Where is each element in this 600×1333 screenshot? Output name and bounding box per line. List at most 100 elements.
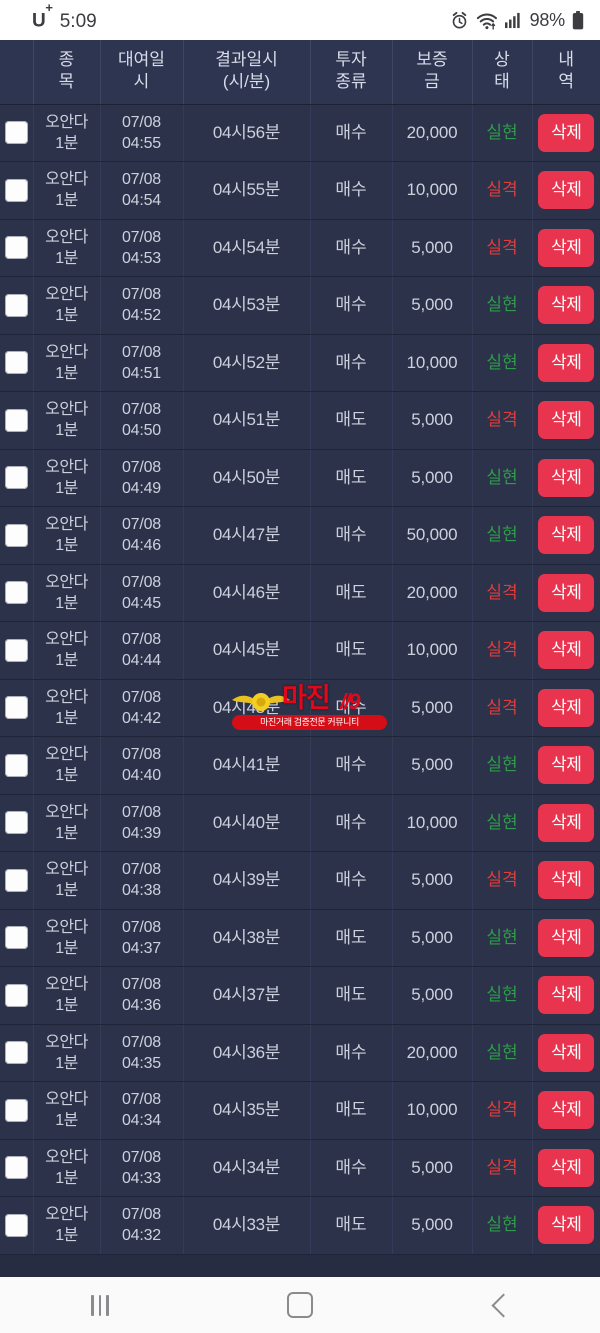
delete-button[interactable]: 삭제 — [538, 171, 595, 210]
lend-clock: 04:52 — [121, 307, 162, 325]
row-checkbox[interactable] — [4, 696, 28, 720]
table-row[interactable]: 오안다 1분 07/08 04:44 04시45분 매도 10,000 실격 삭제 — [0, 621, 600, 680]
result-time: 04시36분 — [212, 1042, 281, 1062]
row-checkbox[interactable] — [4, 983, 28, 1007]
delete-button[interactable]: 삭제 — [538, 1091, 595, 1130]
result-time: 04시56분 — [212, 122, 281, 142]
table-row[interactable]: 오안다 1분 07/08 04:40 04시41분 매수 5,000 실현 삭제 — [0, 736, 600, 795]
invest-type: 매수 — [335, 755, 367, 775]
deposit-amount: 50,000 — [406, 525, 458, 545]
row-checkbox[interactable] — [4, 1156, 28, 1180]
delete-button[interactable]: 삭제 — [538, 688, 595, 727]
row-checkbox[interactable] — [4, 293, 28, 317]
table-row[interactable]: 오안다 1분 07/08 04:42 04시43분 매수 5,000 실격 삭제 — [0, 679, 600, 737]
table-row[interactable]: 오안다 1분 07/08 04:39 04시40분 매수 10,000 실현 삭제 — [0, 794, 600, 852]
delete-button[interactable]: 삭제 — [538, 861, 595, 900]
home-button[interactable] — [240, 1277, 360, 1333]
symbol-line1: 오안다 — [45, 228, 88, 246]
deposit-amount: 5,000 — [411, 870, 453, 890]
column-header-symbol-line2: 목 — [58, 71, 75, 91]
battery-percent-label: 98% — [529, 9, 566, 30]
delete-button[interactable]: 삭제 — [538, 1206, 595, 1245]
delete-button[interactable]: 삭제 — [538, 113, 595, 152]
symbol-line1: 오안다 — [45, 918, 88, 936]
deposit-amount: 20,000 — [406, 582, 458, 602]
table-row[interactable]: 오안다 1분 07/08 04:51 04시52분 매수 10,000 실현 삭제 — [0, 334, 600, 392]
table-row[interactable]: 오안다 1분 07/08 04:37 04시38분 매도 5,000 실현 삭제 — [0, 909, 600, 967]
cell-lend-time: 07/08 04:32 — [100, 1196, 184, 1255]
cell-result-time: 04시38분 — [183, 909, 311, 967]
cell-action: 삭제 — [532, 334, 600, 392]
symbol-line1: 오안다 — [45, 1206, 88, 1224]
column-header-deposit-line2: 금 — [424, 71, 440, 91]
table-row[interactable]: 오안다 1분 07/08 04:45 04시46분 매도 20,000 실격 삭제 — [0, 564, 600, 622]
row-checkbox[interactable] — [4, 408, 28, 432]
table-row[interactable]: 오안다 1분 07/08 04:32 04시33분 매도 5,000 실현 삭제 — [0, 1196, 600, 1255]
deposit-amount: 5,000 — [411, 755, 453, 775]
cell-result-time: 04시55분 — [183, 161, 311, 220]
back-button[interactable] — [440, 1277, 560, 1333]
table-row[interactable]: 오안다 1분 07/08 04:54 04시55분 매수 10,000 실격 삭제 — [0, 161, 600, 220]
table-row[interactable]: 오안다 1분 07/08 04:38 04시39분 매수 5,000 실격 삭제 — [0, 851, 600, 910]
row-checkbox[interactable] — [4, 1213, 28, 1237]
lend-clock: 04:46 — [121, 537, 162, 555]
cell-invest-type: 매수 — [310, 794, 393, 852]
battery-icon — [572, 10, 584, 30]
cell-state: 실현 — [472, 966, 533, 1025]
row-checkbox[interactable] — [4, 466, 28, 490]
row-checkbox[interactable] — [4, 811, 28, 835]
table-row[interactable]: 오안다 1분 07/08 04:46 04시47분 매수 50,000 실현 삭제 — [0, 506, 600, 565]
status-badge: 실격 — [486, 237, 518, 257]
delete-button[interactable]: 삭제 — [538, 573, 595, 612]
table-row[interactable]: 오안다 1분 07/08 04:49 04시50분 매도 5,000 실현 삭제 — [0, 449, 600, 507]
delete-button[interactable]: 삭제 — [538, 803, 595, 842]
table-row[interactable]: 오안다 1분 07/08 04:55 04시56분 매수 20,000 실현 삭제 — [0, 104, 600, 162]
status-badge: 실현 — [486, 352, 518, 372]
row-checkbox[interactable] — [4, 1041, 28, 1065]
symbol-line1: 오안다 — [45, 171, 88, 189]
row-checkbox[interactable] — [4, 926, 28, 950]
row-checkbox[interactable] — [4, 868, 28, 892]
delete-button[interactable]: 삭제 — [538, 343, 595, 382]
delete-button[interactable]: 삭제 — [538, 286, 595, 325]
table-row[interactable]: 오안다 1분 07/08 04:52 04시53분 매수 5,000 실현 삭제 — [0, 276, 600, 335]
delete-button[interactable]: 삭제 — [538, 918, 595, 957]
delete-button[interactable]: 삭제 — [538, 631, 595, 670]
cell-symbol: 오안다 1분 — [33, 1081, 101, 1140]
lend-clock: 04:55 — [121, 134, 162, 152]
row-checkbox[interactable] — [4, 1098, 28, 1122]
table-row[interactable]: 오안다 1분 07/08 04:34 04시35분 매도 10,000 실격 삭제 — [0, 1081, 600, 1140]
lend-date: 07/08 — [121, 1148, 162, 1166]
table-row[interactable]: 오안다 1분 07/08 04:50 04시51분 매도 5,000 실격 삭제 — [0, 391, 600, 450]
delete-button[interactable]: 삭제 — [538, 458, 595, 497]
cell-invest-type: 매도 — [310, 621, 393, 680]
row-select-cell — [0, 161, 34, 220]
row-checkbox[interactable] — [4, 351, 28, 375]
lend-date: 07/08 — [121, 113, 162, 131]
delete-button[interactable]: 삭제 — [538, 228, 595, 267]
delete-button[interactable]: 삭제 — [538, 401, 595, 440]
delete-button[interactable]: 삭제 — [538, 516, 595, 555]
table-row[interactable]: 오안다 1분 07/08 04:33 04시34분 매수 5,000 실격 삭제 — [0, 1139, 600, 1197]
row-checkbox[interactable] — [4, 638, 28, 662]
delete-button[interactable]: 삭제 — [538, 1148, 595, 1187]
cell-symbol: 오안다 1분 — [33, 564, 101, 622]
delete-button[interactable]: 삭제 — [538, 1033, 595, 1072]
invest-type: 매수 — [335, 812, 367, 832]
table-row[interactable]: 오안다 1분 07/08 04:36 04시37분 매도 5,000 실현 삭제 — [0, 966, 600, 1025]
row-checkbox[interactable] — [4, 236, 28, 260]
table-row[interactable]: 오안다 1분 07/08 04:35 04시36분 매수 20,000 실현 삭제 — [0, 1024, 600, 1082]
row-checkbox[interactable] — [4, 523, 28, 547]
cell-lend-time: 07/08 04:33 — [100, 1139, 184, 1197]
row-checkbox[interactable] — [4, 178, 28, 202]
delete-button[interactable]: 삭제 — [538, 976, 595, 1015]
row-select-cell — [0, 104, 34, 162]
row-checkbox[interactable] — [4, 121, 28, 145]
table-body: 오안다 1분 07/08 04:55 04시56분 매수 20,000 실현 삭제 오안다 1분 07… — [0, 104, 600, 1255]
table-row[interactable]: 오안다 1분 07/08 04:53 04시54분 매수 5,000 실격 삭제 — [0, 219, 600, 277]
row-checkbox[interactable] — [4, 753, 28, 777]
delete-button[interactable]: 삭제 — [538, 746, 595, 785]
cell-deposit: 20,000 — [392, 1024, 473, 1082]
row-checkbox[interactable] — [4, 581, 28, 605]
recents-button[interactable] — [40, 1277, 160, 1333]
